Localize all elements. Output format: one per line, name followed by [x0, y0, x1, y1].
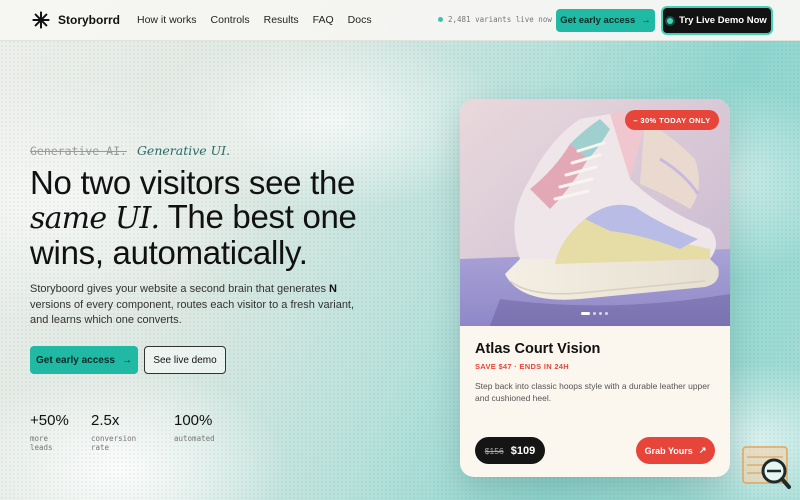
- eyebrow-struck-text: Generative AI.: [30, 144, 127, 158]
- stat-value: 100%: [174, 412, 213, 429]
- nav-link-faq[interactable]: FAQ: [313, 14, 334, 26]
- nav-early-access-label: Get early access: [560, 15, 636, 26]
- stat-automated: 100% automated: [174, 412, 215, 452]
- headline-line-1: No two visitors see the: [30, 164, 356, 201]
- arrow-up-right-icon: ↗: [698, 445, 707, 455]
- product-description: Step back into classic hoops style with …: [475, 381, 710, 403]
- product-name: Atlas Court Vision: [475, 341, 601, 357]
- logo-asterisk-icon: [32, 11, 50, 29]
- stat-label: more leads: [30, 434, 53, 452]
- grab-yours-button[interactable]: Grab Yours ↗: [636, 437, 715, 464]
- top-nav: Storyborrd How it works Controls Results…: [0, 0, 800, 41]
- carousel-dot[interactable]: [605, 312, 608, 315]
- brand-name: Storyborrd: [58, 13, 121, 27]
- product-image[interactable]: [460, 99, 730, 326]
- stat-value: +50%: [30, 412, 69, 429]
- stat-more-leads: +50% more leads: [30, 412, 73, 452]
- get-early-access-label: Get early access: [36, 354, 115, 366]
- stats-row: +50% more leads 2.5x conversion rate 100…: [30, 412, 233, 452]
- stat-conversion-rate: 2.5x conversion rate: [91, 412, 156, 452]
- headline-line-3: wins, automatically.: [30, 234, 308, 271]
- price-old: $156: [484, 445, 504, 456]
- arrow-right-icon: →: [641, 15, 651, 26]
- price-pill: $156 $109: [475, 437, 545, 464]
- lede-part-2: versions of every component, routes each…: [30, 298, 355, 327]
- status-dot-icon: [667, 17, 674, 24]
- stat-label: automated: [174, 434, 215, 443]
- live-variants-indicator: 2,481 variants live now: [438, 15, 552, 24]
- lede-part-1: Storyboord gives your website a second b…: [30, 283, 330, 295]
- get-early-access-button[interactable]: Get early access →: [30, 346, 138, 374]
- see-live-demo-button[interactable]: See live demo: [144, 346, 226, 374]
- product-card[interactable]: – 30% TODAY ONLY Atlas Court Vision SAVE…: [460, 99, 730, 477]
- carousel-dots[interactable]: [581, 312, 608, 315]
- see-live-demo-label: See live demo: [153, 354, 217, 366]
- nav-early-access-button[interactable]: Get early access →: [556, 9, 655, 32]
- lede-bold: N: [329, 283, 337, 295]
- grab-yours-label: Grab Yours: [644, 445, 693, 456]
- stat-label: conversion rate: [91, 434, 137, 452]
- try-live-demo-button[interactable]: Try Live Demo Now: [663, 8, 771, 33]
- headline-line-2: The best one: [159, 198, 357, 235]
- nav-link-docs[interactable]: Docs: [348, 14, 372, 26]
- hero-eyebrow: Generative AI. Generative UI.: [30, 143, 230, 158]
- carousel-dot[interactable]: [599, 312, 602, 315]
- live-dot-icon: [438, 17, 443, 22]
- brand-logo[interactable]: Storyborrd: [32, 11, 120, 29]
- stat-value: 2.5x: [91, 412, 120, 429]
- search-widget-icon[interactable]: [741, 445, 793, 490]
- nav-links: How it works Controls Results FAQ Docs: [137, 14, 372, 26]
- headline-serif: same UI.: [30, 201, 160, 236]
- discount-badge: – 30% TODAY ONLY: [625, 110, 719, 130]
- carousel-dot[interactable]: [581, 312, 590, 315]
- price-new: $109: [510, 444, 536, 457]
- hero-headline: No two visitors see the same UI. The best…: [30, 166, 410, 270]
- nav-link-how-it-works[interactable]: How it works: [137, 14, 197, 26]
- carousel-dot[interactable]: [593, 312, 596, 315]
- try-live-demo-label: Try Live Demo Now: [679, 15, 767, 26]
- live-variants-text: 2,481 variants live now: [448, 15, 552, 24]
- product-savings: SAVE $47 · ENDS IN 24H: [475, 362, 569, 371]
- nav-link-results[interactable]: Results: [264, 14, 299, 26]
- hero-description: Storyboord gives your website a second b…: [30, 282, 355, 329]
- eyebrow-italic-text: Generative UI.: [136, 143, 231, 158]
- nav-link-controls[interactable]: Controls: [211, 14, 250, 26]
- arrow-right-icon: →: [121, 354, 132, 366]
